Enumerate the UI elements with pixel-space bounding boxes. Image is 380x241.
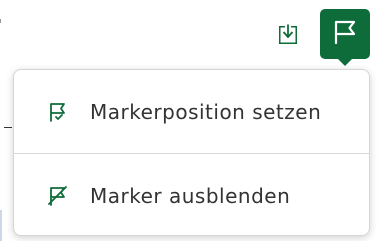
menu-item-set-marker-position[interactable]: Markerposition setzen [14,70,369,153]
download-icon [276,23,300,51]
flag-icon [331,18,359,50]
marker-button[interactable] [320,9,370,59]
background-fragment [4,127,12,128]
marker-dropdown-menu: Markerposition setzen Marker ausblenden [13,69,370,236]
background-fragment [0,19,1,23]
download-button[interactable] [269,18,307,56]
menu-item-label: Markerposition setzen [90,99,322,124]
menu-item-hide-marker[interactable]: Marker ausblenden [14,154,369,237]
marker-button-caret [337,58,353,66]
background-fragment [0,210,10,241]
flag-off-icon [46,184,70,208]
menu-item-label: Marker ausblenden [90,183,291,208]
flag-check-icon [46,100,70,124]
